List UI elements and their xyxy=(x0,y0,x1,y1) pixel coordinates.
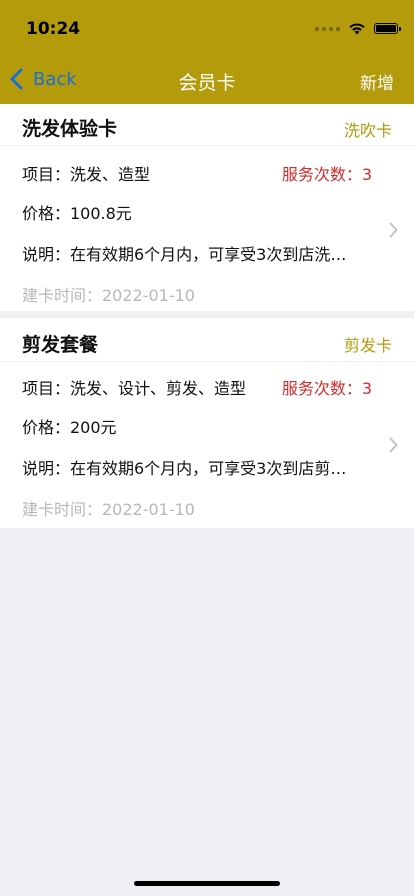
card-type: 洗吹卡 xyxy=(343,121,392,140)
chevron-right-icon xyxy=(389,222,398,238)
card-price: 价格：200元 xyxy=(22,418,117,437)
wifi-icon xyxy=(348,22,366,35)
chevron-right-icon xyxy=(389,437,398,453)
status-time: 10:24 xyxy=(26,19,81,39)
card-price: 价格：100.8元 xyxy=(22,204,132,223)
status-icons xyxy=(315,22,401,35)
navigation-bar: Back 会员卡 新增 xyxy=(0,56,414,104)
card-items: 项目：洗发、设计、剪发、造型 xyxy=(22,379,247,398)
card-title: 剪发套餐 xyxy=(22,334,99,356)
card-type: 剪发卡 xyxy=(343,336,392,355)
status-bar: 10:24 xyxy=(0,0,414,56)
card-description: 说明：在有效期6个月内，可享受3次到店剪… xyxy=(22,459,347,478)
membership-card[interactable]: 剪发套餐 剪发卡 项目：洗发、设计、剪发、造型 服务次数：3 价格：200元 说… xyxy=(0,318,414,528)
card-services: 服务次数：3 xyxy=(281,379,372,398)
home-indicator[interactable] xyxy=(134,881,280,886)
card-created-date: 建卡时间：2022-01-10 xyxy=(22,500,195,519)
card-header: 洗发体验卡 洗吹卡 xyxy=(0,104,414,146)
card-items: 项目：洗发、造型 xyxy=(22,165,151,184)
add-card-button[interactable]: 新增 xyxy=(360,69,394,94)
card-created-date: 建卡时间：2022-01-10 xyxy=(22,286,195,305)
signal-dots-icon xyxy=(315,26,340,31)
card-title: 洗发体验卡 xyxy=(22,118,118,140)
card-services: 服务次数：3 xyxy=(281,165,372,184)
membership-card[interactable]: 洗发体验卡 洗吹卡 项目：洗发、造型 服务次数：3 价格：100.8元 说明：在… xyxy=(0,104,414,311)
battery-icon xyxy=(374,23,401,34)
card-description: 说明：在有效期6个月内，可享受3次到店洗… xyxy=(22,245,347,264)
page-title: 会员卡 xyxy=(178,72,236,94)
card-header: 剪发套餐 剪发卡 xyxy=(0,318,414,362)
